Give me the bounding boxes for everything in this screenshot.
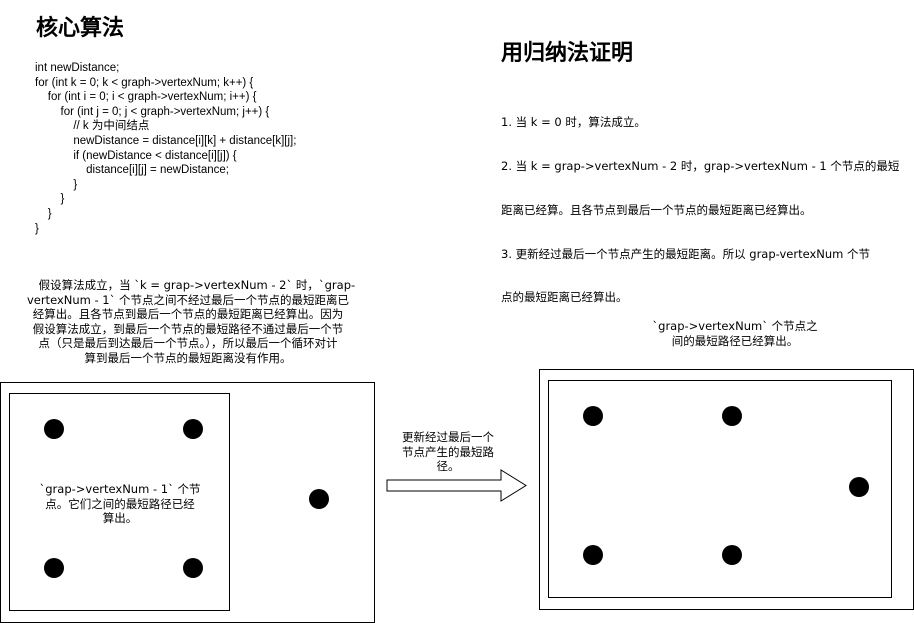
graph-node	[583, 545, 603, 565]
graph-node	[583, 406, 603, 426]
last-node	[309, 489, 329, 509]
right-graph-diagram	[539, 369, 914, 610]
graph-node	[849, 477, 869, 497]
graph-node	[44, 558, 64, 578]
assumption-paragraph: 假设算法成立，当 `k = grap->vertexNum - 2` 时，`gr…	[26, 278, 356, 365]
induction-proof-title: 用归纳法证明	[501, 41, 634, 66]
right-diagram-caption: `grap->vertexNum` 个节点之 间的最短路径已经算出。	[652, 319, 818, 348]
subgraph-label: `grap->vertexNum - 1` 个节 点。它们之间的最短路径已经 算…	[39, 482, 201, 526]
graph-node	[183, 419, 203, 439]
proof-steps: 1. 当 k = 0 时，算法成立。 2. 当 k = grap->vertex…	[501, 86, 899, 320]
left-graph-diagram: `grap->vertexNum - 1` 个节 点。它们之间的最短路径已经 算…	[0, 382, 375, 623]
proof-step-line: 3. 更新经过最后一个节点产生的最短距离。所以 grap-vertexNum 个…	[501, 246, 871, 261]
proof-step-line: 距离已经算。且各节点到最后一个节点的最短距离已经算出。	[501, 202, 812, 217]
algorithm-code: int newDistance; for (int k = 0; k < gra…	[35, 62, 297, 235]
core-algorithm-title: 核心算法	[36, 16, 125, 41]
graph-node	[183, 558, 203, 578]
full-graph-box	[548, 380, 892, 598]
right-arrow-icon	[386, 469, 527, 502]
arrow-label: 更新经过最后一个 节点产生的最短路 径。	[402, 430, 494, 474]
graph-node	[44, 419, 64, 439]
subgraph-box: `grap->vertexNum - 1` 个节 点。它们之间的最短路径已经 算…	[9, 393, 230, 611]
proof-step-line: 点的最短距离已经算出。	[501, 290, 628, 305]
proof-step-line: 2. 当 k = grap->vertexNum - 2 时，grap->ver…	[501, 158, 900, 173]
graph-node	[722, 545, 742, 565]
graph-node	[722, 406, 742, 426]
proof-step-line: 1. 当 k = 0 时，算法成立。	[501, 115, 646, 130]
